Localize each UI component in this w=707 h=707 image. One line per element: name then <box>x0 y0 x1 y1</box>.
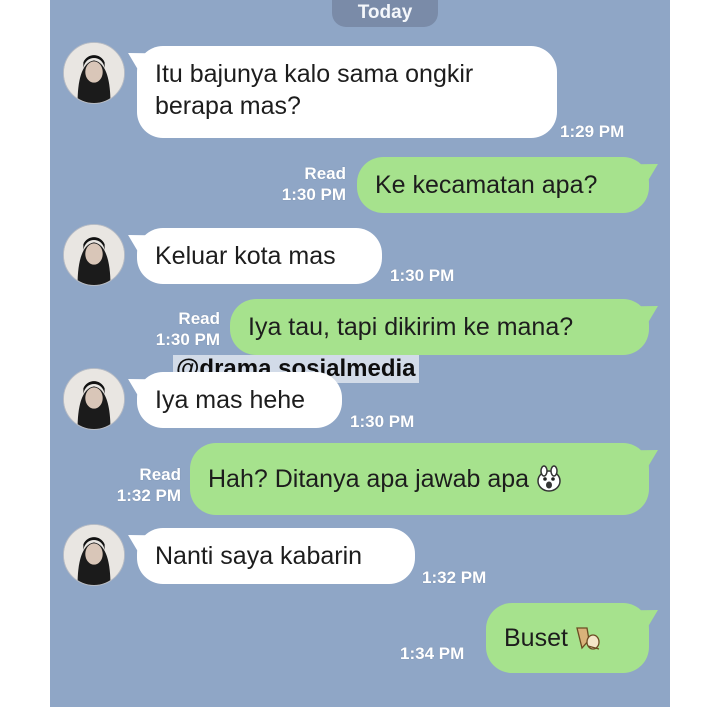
message-time: 1:30 PM <box>350 412 415 431</box>
message-time: 1:29 PM <box>560 122 625 141</box>
contact-avatar[interactable] <box>63 524 125 586</box>
avatar-photo-icon <box>64 369 124 429</box>
message-text: Hah? Ditanya apa jawab apa <box>208 465 530 493</box>
message-meta: Read 1:32 PM <box>97 464 181 506</box>
message-time: 1:32 PM <box>116 486 181 505</box>
contact-avatar[interactable] <box>63 42 125 104</box>
chat-screen: Today Itu bajunya kalo sama ongkir berap… <box>50 0 670 707</box>
message-text: Iya tau, tapi dikirim ke mana? <box>248 313 574 341</box>
avatar-photo-icon <box>64 43 124 103</box>
message-time: 1:30 PM <box>155 330 220 349</box>
date-separator: Today <box>332 0 438 27</box>
message-bubble-outgoing[interactable]: Ke kecamatan apa? <box>357 157 649 213</box>
message-bubble-outgoing[interactable]: Hah? Ditanya apa jawab apa <box>190 443 649 515</box>
read-receipt: Read <box>139 465 181 484</box>
message-text-line: Itu bajunya kalo sama ongkir <box>155 60 474 88</box>
message-time: 1:30 PM <box>390 266 455 285</box>
message-meta: Read 1:30 PM <box>262 163 346 205</box>
message-text-line: berapa mas? <box>155 92 301 120</box>
message-bubble-incoming[interactable]: Iya mas hehe <box>137 372 342 428</box>
message-bubble-outgoing[interactable]: Buset <box>486 603 649 673</box>
message-meta: Read 1:30 PM <box>136 308 220 350</box>
contact-avatar[interactable] <box>63 224 125 286</box>
avatar-photo-icon <box>64 525 124 585</box>
avatar-photo-icon <box>64 225 124 285</box>
message-time: 1:32 PM <box>422 568 487 587</box>
message-text: Nanti saya kabarin <box>155 542 363 570</box>
message-time: 1:30 PM <box>281 185 346 204</box>
shocked-face-sticker-icon <box>535 465 563 493</box>
message-text: Ke kecamatan apa? <box>375 171 598 199</box>
read-receipt: Read <box>304 164 346 183</box>
contact-avatar[interactable] <box>63 368 125 430</box>
message-time: 1:34 PM <box>400 644 465 663</box>
message-text: Keluar kota mas <box>155 242 336 270</box>
message-bubble-outgoing[interactable]: Iya tau, tapi dikirim ke mana? <box>230 299 649 355</box>
message-bubble-incoming[interactable]: Nanti saya kabarin <box>137 528 415 584</box>
message-bubble-incoming[interactable]: Itu bajunya kalo sama ongkir berapa mas? <box>137 46 557 138</box>
message-text: Buset <box>504 624 568 652</box>
read-receipt: Read <box>178 309 220 328</box>
fleeing-sticker-icon <box>574 624 602 652</box>
message-text: Iya mas hehe <box>155 386 306 414</box>
message-bubble-incoming[interactable]: Keluar kota mas <box>137 228 382 284</box>
